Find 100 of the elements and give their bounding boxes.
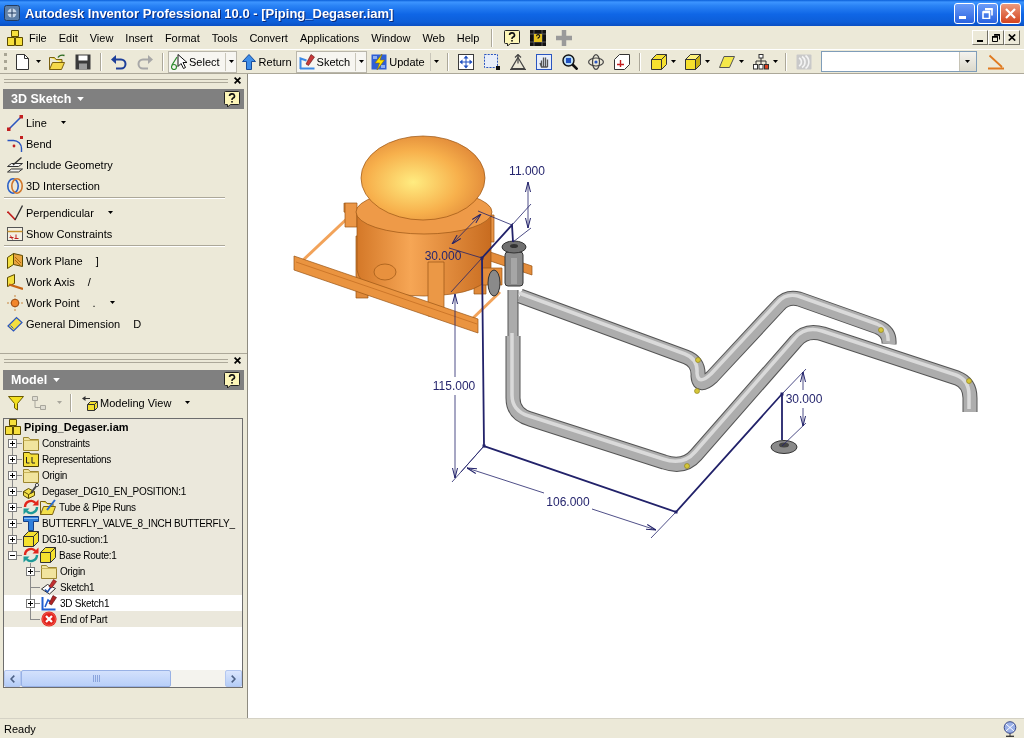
close-icon[interactable] [234,77,241,84]
blank-page-icon[interactable] [14,53,30,70]
expand-toggle[interactable] [8,503,17,512]
four-arrows-icon[interactable] [457,53,474,70]
panel-tool-button[interactable]: Work Axis / [0,271,95,292]
caret-icon[interactable] [772,60,778,63]
cube-wand-icon [23,483,39,499]
menu-item[interactable]: View [83,28,120,47]
menu-item[interactable]: Edit [52,28,84,47]
tree-item[interactable]: Origin [4,467,242,483]
shortcut-key: ] [95,254,99,267]
panel-tool-button[interactable]: Perpendicular [0,202,117,223]
close-icon[interactable] [234,357,241,364]
tree-item[interactable]: Tube & Pipe Runs [4,499,242,515]
magnifier-icon[interactable] [561,53,578,70]
menu-item[interactable]: Applications [293,28,366,47]
dropdown-button[interactable] [958,52,976,71]
update-button[interactable]: Update [368,50,442,73]
dimension-label: 115.000 [432,379,476,393]
caret-icon[interactable] [36,60,41,63]
panel-tool-button[interactable]: General Dimension D [0,313,146,334]
menu-item[interactable]: Insert [119,28,159,47]
menu-item[interactable]: File [23,28,53,47]
view-dropdown-button[interactable]: Modeling View [82,394,191,411]
caret-icon[interactable] [738,60,744,63]
dimension-label: 106.000 [546,495,590,509]
help-icon[interactable] [224,372,240,388]
orbit-icon[interactable] [587,53,604,70]
shaded-cube-icon[interactable] [684,53,701,70]
menu-item[interactable]: Convert [243,28,294,47]
parallelogram-icon[interactable] [718,53,735,70]
menu-item[interactable]: Window [365,28,417,47]
menu-item[interactable]: Help [450,28,486,47]
panel-tool-button[interactable]: Work Plane ] [0,250,103,271]
panel-tool-button[interactable]: Work Point . [0,292,119,313]
menu-item[interactable]: Format [158,28,206,47]
undo-arrow-icon[interactable] [111,53,127,70]
help-icon[interactable] [224,91,240,107]
expand-toggle[interactable] [8,439,17,448]
hand-icon[interactable] [535,53,552,70]
tree-item[interactable]: Base Route:1 [4,547,242,563]
tree-item[interactable]: Constraints [4,435,242,451]
minimize-icon [977,39,983,42]
caret-icon[interactable] [670,60,676,63]
menu-item[interactable]: Web [416,28,451,47]
arc-icon [7,135,23,152]
folder-icon [23,467,39,483]
tree-item[interactable]: BUTTERFLY_VALVE_8_INCH BUTTERFLY_ [4,515,242,531]
panel-title-button[interactable]: Model [11,373,61,387]
scrollbar-thumb[interactable] [21,670,171,687]
tree-item[interactable]: Sketch1 [4,579,242,595]
expand-toggle[interactable] [26,567,35,576]
panel-tool-button[interactable]: Include Geometry [0,154,117,175]
expand-toggle[interactable] [8,551,17,560]
open-folder-icon[interactable] [49,53,65,70]
help-grid-icon[interactable] [530,29,547,46]
tree-item[interactable]: DG10-suction:1 [4,531,242,547]
tree-item[interactable]: Piping_Degaser.iam [4,419,242,435]
scroll-left-button[interactable] [4,670,21,687]
panel-title-button[interactable]: 3D Sketch [11,92,85,106]
expand-toggle[interactable] [26,599,35,608]
filter-icon[interactable] [8,394,24,411]
close-button[interactable] [1004,30,1020,45]
minimize-button[interactable] [972,30,988,45]
expand-toggle[interactable] [8,455,17,464]
sketch-button[interactable]: Sketch [295,50,368,73]
dimension-icon [7,315,23,332]
expand-toggle[interactable] [8,535,17,544]
stacked-cubes-icon[interactable] [7,29,23,46]
caret-icon [965,60,971,63]
tree-item[interactable]: End of Part [4,611,242,627]
expand-toggle[interactable] [8,487,17,496]
panel-tool-button[interactable]: 3D Intersection [0,175,104,196]
app-icon[interactable] [4,5,20,21]
expand-toggle[interactable] [8,519,17,528]
triangle-arrows-icon[interactable] [509,53,526,70]
sketch-plane-icon [41,579,57,595]
select-button[interactable]: Select [168,50,237,73]
tree-item[interactable]: Representations [4,451,242,467]
restore-button[interactable] [988,30,1004,45]
dimension-label: 30.000 [785,392,823,406]
scroll-right-button[interactable] [225,670,242,687]
dashed-square-icon[interactable] [483,53,500,70]
hierarchy-icon[interactable] [752,53,769,70]
panel-tool-button[interactable]: Bend [0,133,56,154]
expand-toggle[interactable] [8,471,17,480]
help-icon[interactable] [504,29,521,46]
panel-tool-button[interactable]: Show Constraints [0,223,117,244]
tree-item[interactable]: Degaser_DG10_EN_POSITION:1 [4,483,242,499]
tree-item[interactable]: Origin [4,563,242,579]
cube-icon[interactable] [650,53,667,70]
return-button[interactable]: Return [237,50,295,73]
view-box-icon[interactable] [613,53,630,70]
minimize-icon [958,15,966,19]
shortcut-key: D [133,317,142,330]
folder-icon [41,563,57,579]
panel-tool-button[interactable]: Line [0,112,70,133]
caret-icon[interactable] [704,60,710,63]
menu-item[interactable]: Tools [205,28,244,47]
dimension-label: 11.000 [509,164,545,178]
